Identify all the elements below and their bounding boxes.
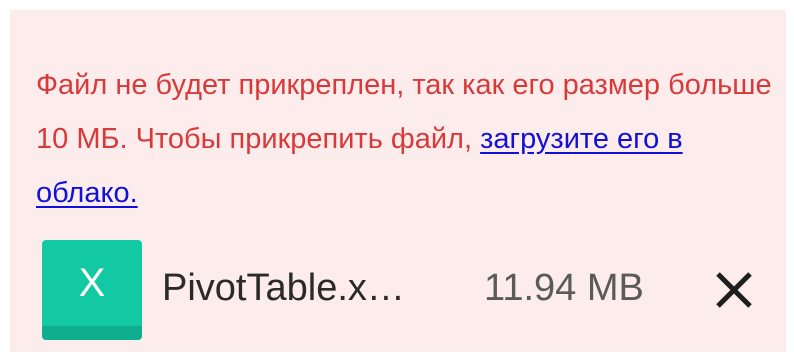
attachment-error-card: Файл не будет прикреплен, так как его ра…: [10, 10, 786, 352]
file-type-glyph: X: [78, 260, 106, 305]
attachment-file-name: PivotTable.x…: [162, 267, 405, 309]
remove-attachment-button[interactable]: [712, 268, 756, 312]
attachment-item: X PivotTable.x… 11.94 MB: [42, 240, 782, 340]
excel-file-icon: X: [42, 240, 142, 340]
attachment-file-size: 11.94 MB: [484, 267, 644, 309]
close-icon: [716, 272, 752, 308]
file-icon-band: [42, 326, 142, 340]
size-limit-warning: Файл не будет прикреплен, так как его ра…: [36, 58, 776, 220]
